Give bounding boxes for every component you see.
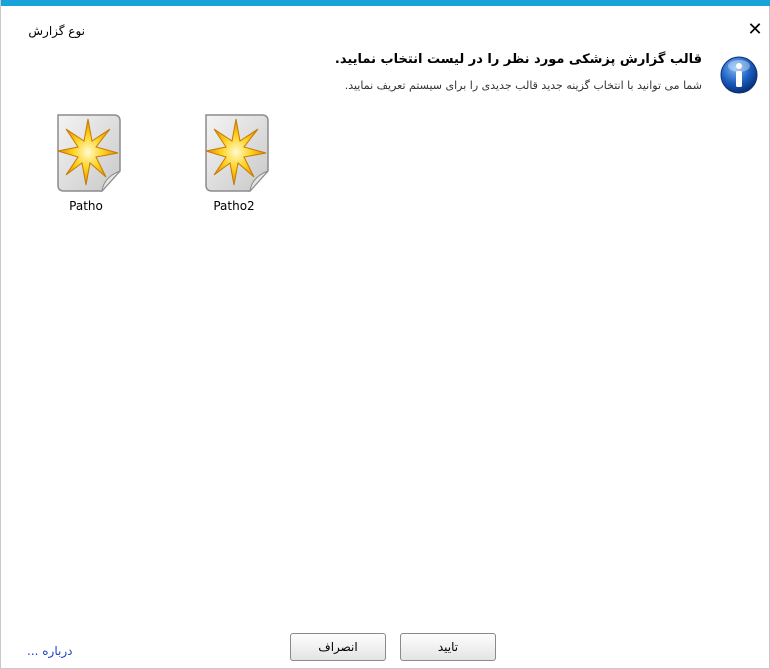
template-tile-patho[interactable]: Patho — [36, 111, 136, 229]
message-subtitle: شما می توانید با انتخاب گزینه جدید قالب … — [344, 79, 702, 92]
close-button[interactable]: ✕ — [745, 20, 765, 40]
template-tile-patho2[interactable]: Patho2 — [184, 111, 284, 229]
about-link[interactable]: درباره ... — [27, 644, 72, 658]
info-icon — [720, 56, 758, 94]
close-icon: ✕ — [747, 19, 763, 40]
template-label: Patho — [69, 199, 103, 213]
message-title: قالب گزارش پزشکی مورد نظر را در لیست انت… — [334, 52, 702, 67]
cancel-button[interactable]: انصراف — [290, 633, 386, 661]
confirm-button[interactable]: تایید — [400, 633, 496, 661]
new-document-star-icon — [57, 114, 121, 193]
window-accent-bar — [1, 0, 770, 6]
new-document-star-icon — [205, 114, 269, 193]
dialog-window: ✕ نوع گزارش قالب گزارش پزشکی مورد نظر را… — [0, 0, 770, 669]
template-label: Patho2 — [213, 199, 255, 213]
window-title: نوع گزارش — [28, 24, 85, 38]
